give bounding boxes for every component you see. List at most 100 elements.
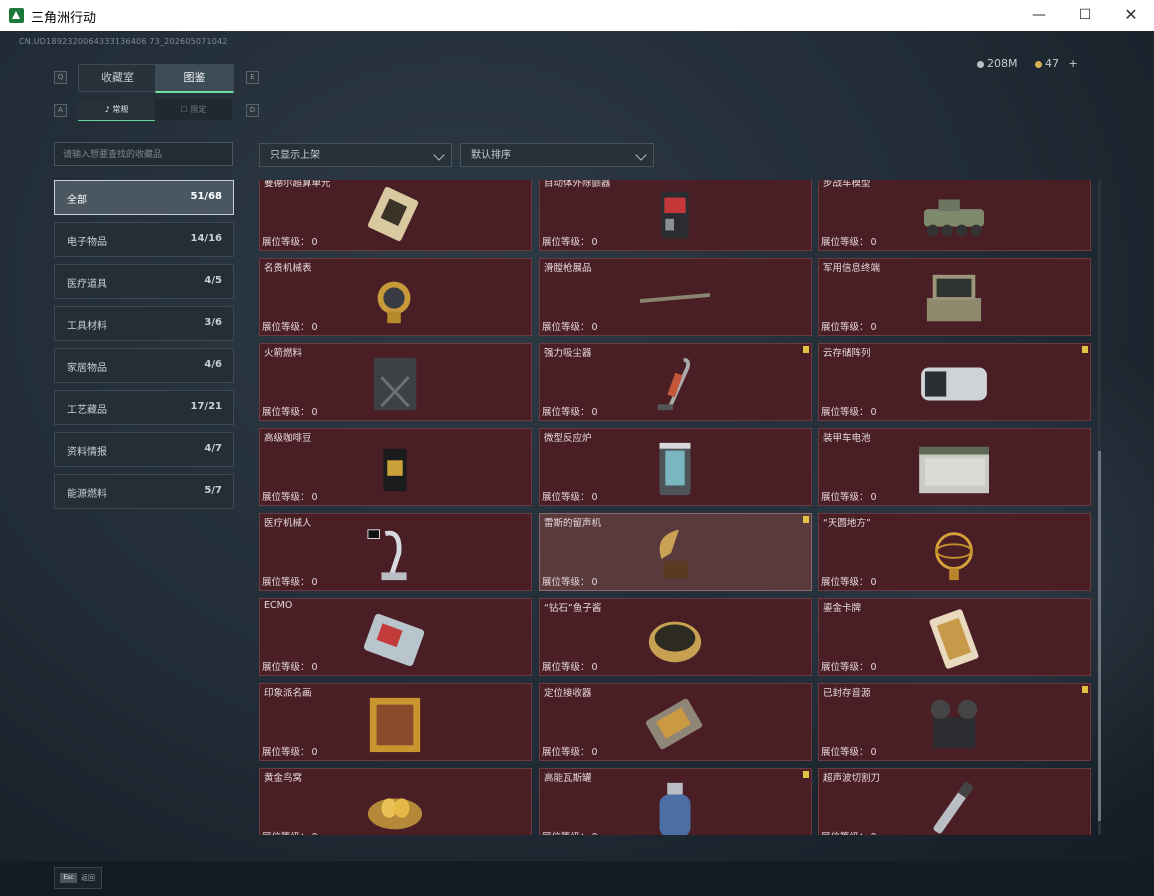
item-card[interactable]: 自动体外除颤器 展位等级： 0 <box>539 180 812 251</box>
level-value: 0 <box>311 237 318 248</box>
search-input[interactable]: 请输入想要查找的收藏品 <box>54 142 233 166</box>
level-value: 0 <box>311 322 318 333</box>
silver-coin-icon <box>977 60 984 68</box>
item-card[interactable]: 黄金鸟窝展位等级：0 <box>259 768 532 835</box>
musket-icon <box>640 288 710 308</box>
item-card[interactable]: 定位接收器 展位等级： 0 <box>539 683 812 761</box>
item-card[interactable]: 雷斯的留声机 展位等级： 0 <box>539 513 812 591</box>
category-count: 17/21 <box>190 401 222 412</box>
item-name: 超声波切割刀 <box>823 773 881 784</box>
item-card[interactable]: ECMO 展位等级： 0 <box>259 598 532 676</box>
scrollbar-thumb[interactable] <box>1098 451 1101 821</box>
sort-dropdown[interactable]: 默认排序 <box>460 143 654 167</box>
item-level: 展位等级：0 <box>821 574 877 588</box>
level-label: 展位等级： <box>542 832 590 835</box>
item-card[interactable]: 军用信息终端 展位等级： 0 <box>818 258 1091 336</box>
item-level: 展位等级：0 <box>821 829 877 835</box>
level-label: 展位等级： <box>542 407 590 418</box>
golden-nest-icon <box>367 798 423 830</box>
tab-limited[interactable]: ☐ 限定 <box>155 99 232 120</box>
window-titlebar: 三角洲行动 — ☐ ✕ <box>0 0 1154 32</box>
level-value: 0 <box>591 407 598 418</box>
item-card[interactable]: 曼德尔超算单元 展位等级： 0 <box>259 180 532 251</box>
item-level: 展位等级：0 <box>542 574 598 588</box>
item-name: 火箭燃料 <box>264 348 303 359</box>
item-card[interactable]: 超声波切割刀展位等级：0 <box>818 768 1091 835</box>
category-count: 4/5 <box>204 275 222 286</box>
level-label: 展位等级： <box>262 832 310 835</box>
shelf-filter-dropdown[interactable]: 只显示上架 <box>259 143 452 167</box>
item-card[interactable]: 已封存音源 展位等级： 0 <box>818 683 1091 761</box>
silver-currency: 208M <box>977 57 1018 70</box>
level-value: 0 <box>592 832 598 835</box>
item-card[interactable]: 高级咖啡豆 展位等级： 0 <box>259 428 532 506</box>
level-value: 0 <box>591 322 598 333</box>
tab-catalog[interactable]: 图鉴 <box>155 64 234 93</box>
level-value: 0 <box>870 747 877 758</box>
item-card[interactable]: “钻石”鱼子酱 展位等级： 0 <box>539 598 812 676</box>
item-level: 展位等级：0 <box>821 744 877 758</box>
item-card[interactable]: 云存储阵列 展位等级： 0 <box>818 343 1091 421</box>
reactor-icon <box>659 442 691 496</box>
item-card[interactable]: 火箭燃料 展位等级： 0 <box>259 343 532 421</box>
item-card[interactable]: 印象派名画 展位等级： 0 <box>259 683 532 761</box>
tab-regular[interactable]: ♪ 常规 <box>78 99 155 121</box>
level-label: 展位等级： <box>821 577 869 588</box>
ifv-model-icon <box>924 199 984 237</box>
item-level: 展位等级：0 <box>262 659 318 673</box>
level-value: 0 <box>870 407 877 418</box>
category-item[interactable]: 医疗道具 4/5 <box>54 264 234 299</box>
level-value: 0 <box>311 662 318 673</box>
level-label: 展位等级： <box>262 662 310 673</box>
category-item[interactable]: 能源燃料 5/7 <box>54 474 234 509</box>
item-card[interactable]: 名贵机械表展位等级： 0 <box>259 258 532 336</box>
add-currency-button[interactable]: + <box>1069 57 1078 70</box>
item-card[interactable]: 鎏金卡牌 展位等级： 0 <box>818 598 1091 676</box>
item-name: 名贵机械表 <box>264 263 312 274</box>
item-card[interactable]: 强力吸尘器展位等级： 0 <box>539 343 812 421</box>
item-card[interactable]: 滑膛枪展品 展位等级： 0 <box>539 258 812 336</box>
item-card[interactable]: “天圆地方” 展位等级： 0 <box>818 513 1091 591</box>
item-level: 展位等级：0 <box>262 319 318 333</box>
close-button[interactable]: ✕ <box>1108 0 1154 31</box>
category-label: 资料情报 <box>67 447 107 458</box>
category-count: 5/7 <box>204 485 222 496</box>
storage-array-icon <box>921 367 987 401</box>
item-level: 展位等级：0 <box>542 489 598 503</box>
category-item[interactable]: 电子物品 14/16 <box>54 222 234 257</box>
game-viewport: CN.UD1892320064333136406 73_202605071042… <box>0 31 1154 896</box>
category-item[interactable]: 全部 51/68 <box>54 180 234 215</box>
category-item[interactable]: 工艺藏品 17/21 <box>54 390 234 425</box>
level-label: 展位等级： <box>262 492 310 503</box>
item-level: 展位等级：0 <box>542 319 598 333</box>
level-label: 展位等级： <box>821 322 869 333</box>
scrollbar[interactable] <box>1098 180 1101 835</box>
sub-tabs: ♪ 常规 ☐ 限定 <box>78 99 234 121</box>
item-card[interactable]: 微型反应炉 展位等级： 0 <box>539 428 812 506</box>
level-label: 展位等级： <box>821 662 869 673</box>
minimize-button[interactable]: — <box>1016 0 1062 31</box>
maximize-button[interactable]: ☐ <box>1062 0 1108 31</box>
item-card[interactable]: 高能瓦斯罐展位等级：0 <box>539 768 812 835</box>
item-card[interactable]: 步战车模型 展位等级： 0 <box>818 180 1091 251</box>
category-item[interactable]: 资料情报 4/7 <box>54 432 234 467</box>
category-item[interactable]: 家居物品 4/6 <box>54 348 234 383</box>
tab-collection-room[interactable]: 收藏室 <box>78 64 157 92</box>
item-card[interactable]: 医疗机械人 展位等级： 0 <box>259 513 532 591</box>
item-name: 雷斯的留声机 <box>544 518 602 529</box>
category-count: 51/68 <box>190 191 222 202</box>
category-label: 电子物品 <box>67 237 107 248</box>
level-value: 0 <box>591 577 598 588</box>
vacuum-icon <box>657 357 690 411</box>
item-name: 强力吸尘器 <box>544 348 592 359</box>
item-level: 展位等级：0 <box>542 404 598 418</box>
category-item[interactable]: 工具材料 3/6 <box>54 306 234 341</box>
item-name: 高级咖啡豆 <box>264 433 312 444</box>
item-level: 展位等级：0 <box>821 404 877 418</box>
item-level: 展位等级：0 <box>821 234 877 248</box>
keyhint-e: E <box>246 71 259 84</box>
back-button[interactable]: Esc 返回 <box>54 867 102 889</box>
keyhint-a: A <box>54 104 67 117</box>
tab-limited-label: 限定 <box>190 105 207 114</box>
item-card[interactable]: 装甲车电池 展位等级： 0 <box>818 428 1091 506</box>
